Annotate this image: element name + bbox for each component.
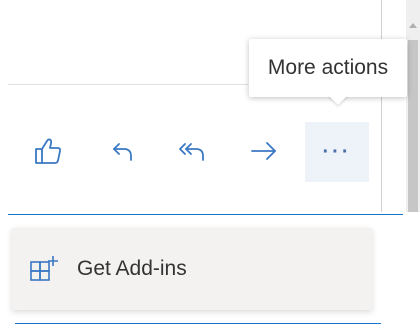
reply-all-icon — [179, 143, 204, 161]
focus-underline — [8, 214, 403, 215]
add-ins-grid-icon — [30, 256, 58, 281]
menu-item-get-add-ins[interactable]: Get Add-ins — [12, 228, 372, 310]
more-actions-button[interactable]: ··· — [305, 122, 369, 182]
tooltip-text: More actions — [267, 56, 389, 79]
reply-icon — [113, 143, 132, 161]
forward-arrow-icon — [251, 142, 276, 160]
tooltip-arrow — [328, 95, 348, 105]
reply-button[interactable] — [103, 131, 143, 171]
header-separator — [8, 84, 248, 85]
menu-item-label: Get Add-ins — [77, 257, 187, 280]
like-button[interactable] — [28, 131, 68, 171]
bottom-underline — [15, 323, 381, 324]
scrollbar-thumb[interactable] — [408, 40, 418, 212]
ellipsis-icon: ··· — [322, 140, 352, 163]
reply-all-button[interactable] — [170, 131, 216, 171]
more-actions-tooltip: More actions — [249, 39, 407, 97]
thumbs-up-icon — [35, 138, 61, 164]
pane-divider — [381, 0, 382, 212]
forward-button[interactable] — [244, 131, 284, 171]
scroll-up-icon[interactable] — [406, 18, 420, 32]
